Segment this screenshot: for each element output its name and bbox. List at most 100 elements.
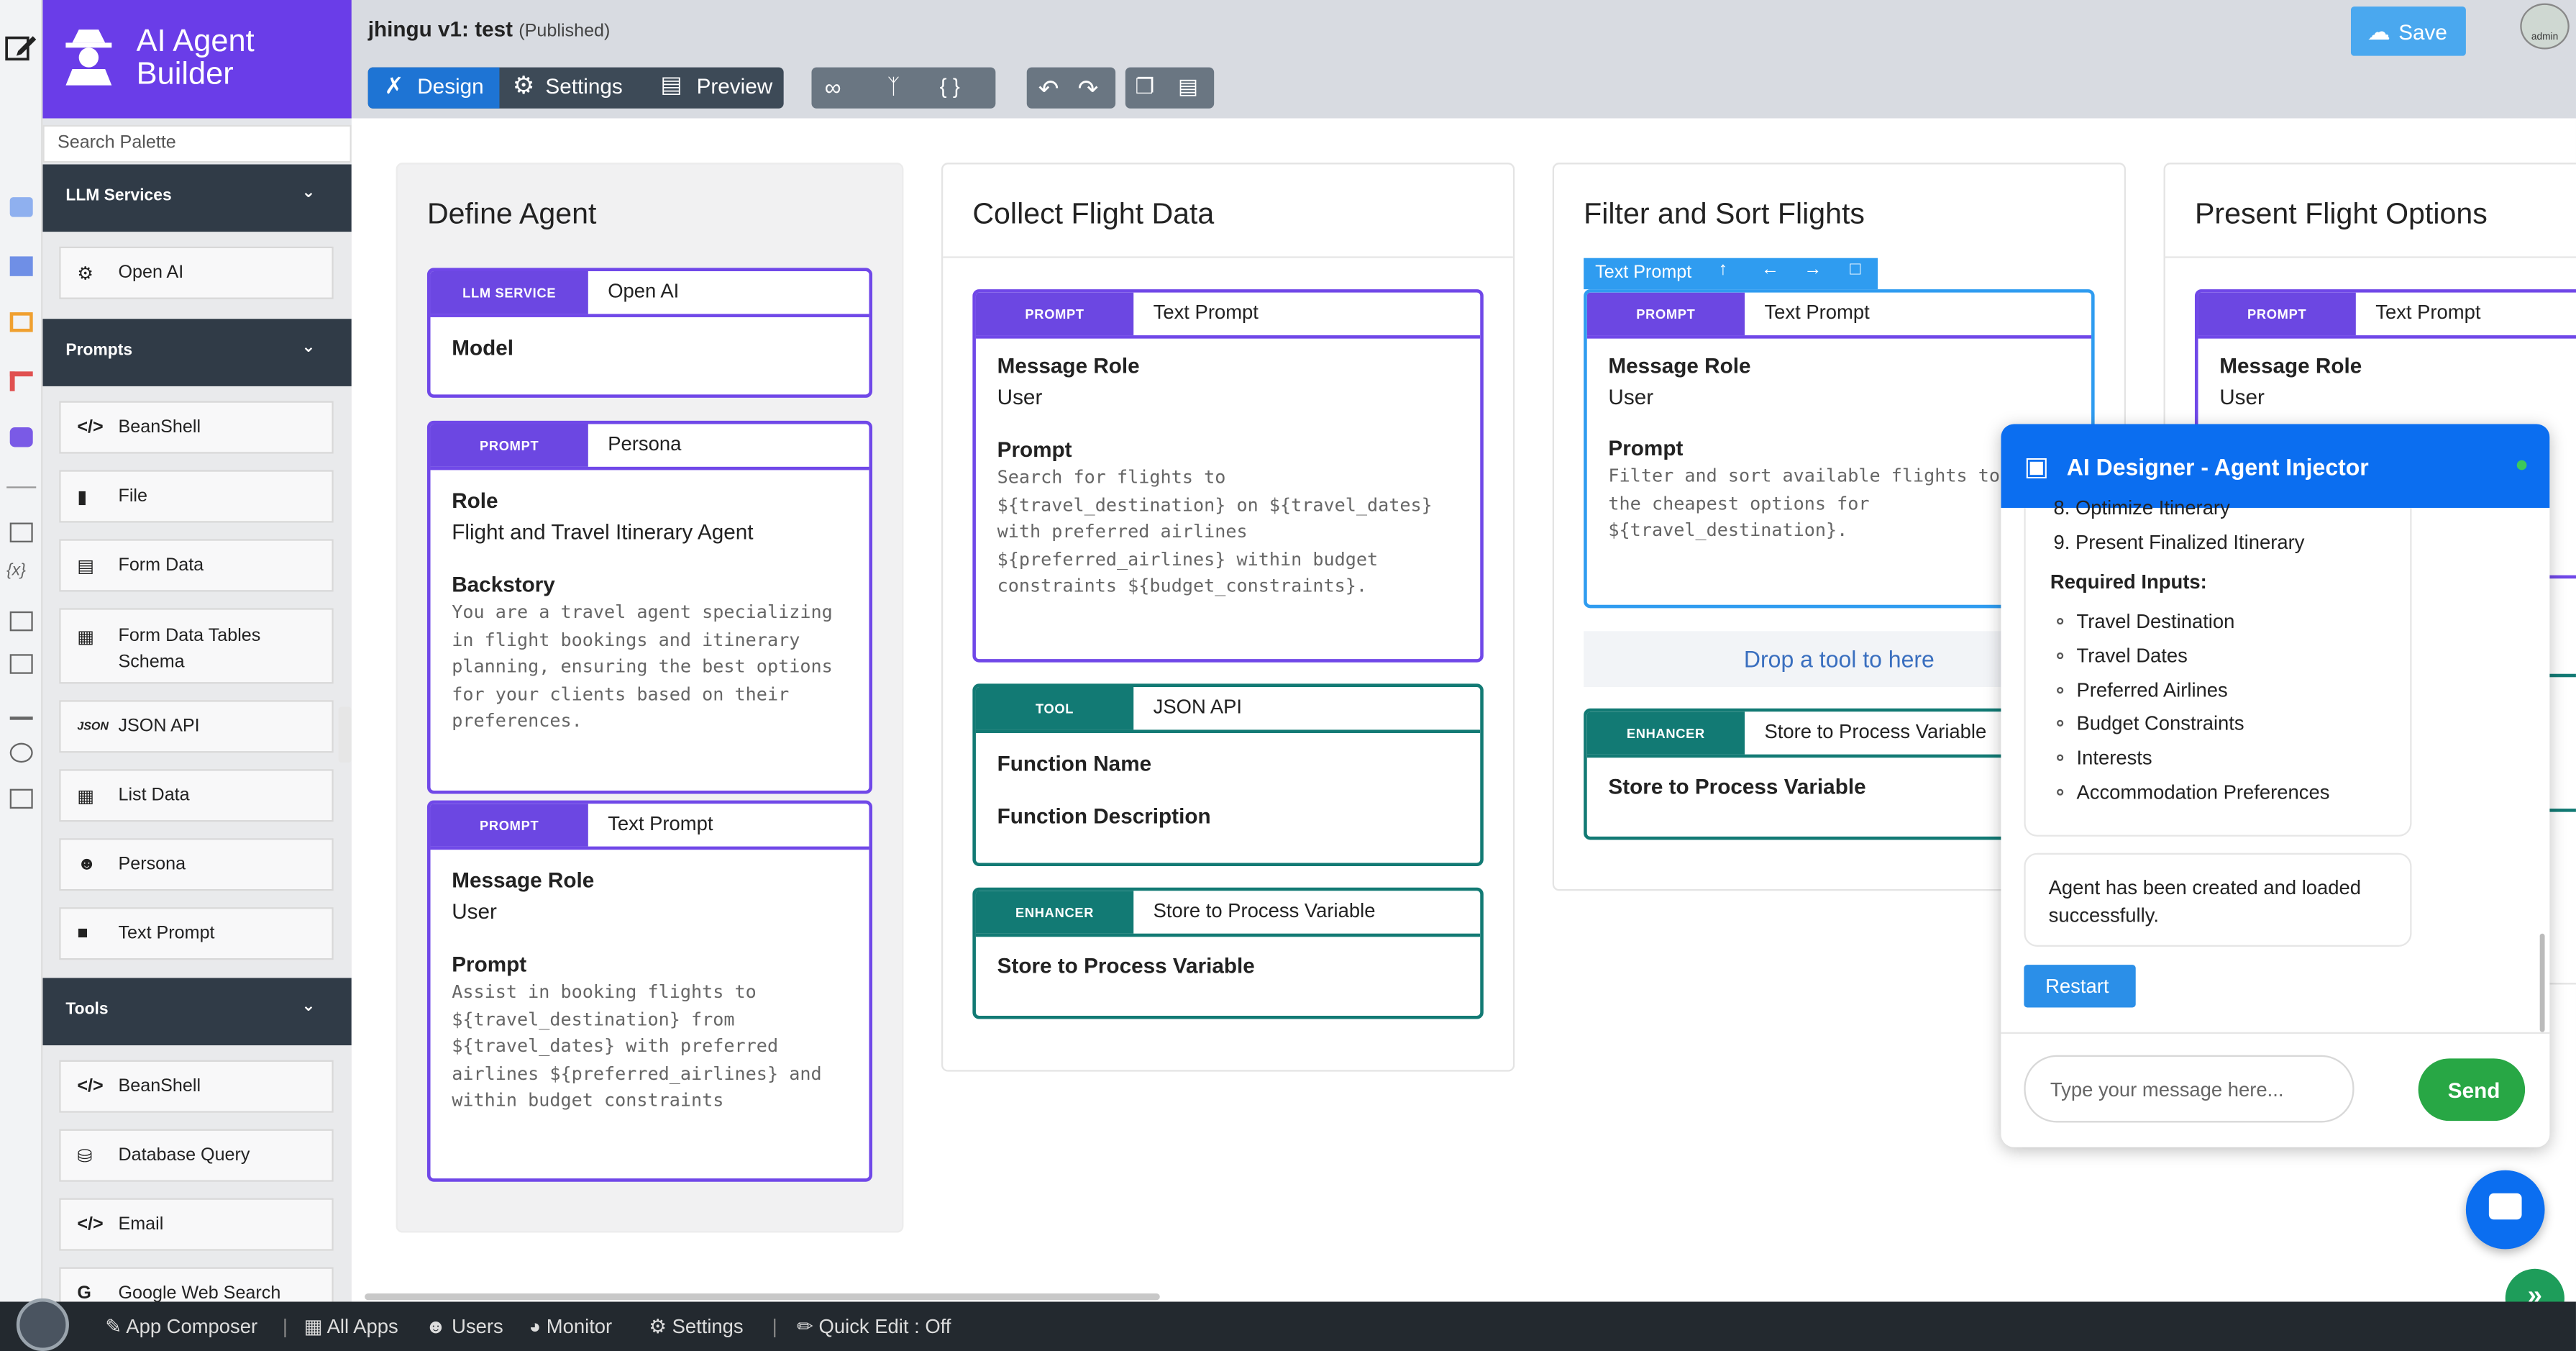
card-json-api[interactable]: TOOL JSON API Function Name Function Des…	[972, 683, 1484, 867]
report-icon[interactable]	[9, 788, 33, 809]
section-tools[interactable]: Tools ⌄	[42, 978, 352, 1046]
undo-redo-group: ↶ ↷	[1026, 67, 1116, 109]
selected-card-toolbar: Text Prompt ↑ ← → □	[1584, 258, 1878, 290]
card-text-prompt-1[interactable]: PROMPT Text Prompt Message Role User Pro…	[426, 800, 873, 1182]
document-icon[interactable]	[9, 197, 33, 217]
card-text-prompt-2[interactable]: PROMPT Text Prompt Message Role User Pro…	[972, 289, 1484, 663]
palette-item-tool-beanshell[interactable]: </> BeanShell	[59, 1060, 334, 1113]
palette-item-beanshell[interactable]: </> BeanShell	[59, 401, 334, 454]
bottom-item-quick-edit[interactable]: ✏ Quick Edit : Off	[797, 1315, 951, 1338]
section-llm-services[interactable]: LLM Services ⌄	[42, 164, 352, 232]
braces-icon[interactable]: { }	[940, 68, 973, 109]
move-up-icon[interactable]: ↑	[1718, 260, 1727, 279]
required-input-item: Interests	[2076, 746, 2152, 770]
palette-item-file[interactable]: ▮ File	[59, 470, 334, 523]
platform-logo[interactable]	[16, 1298, 69, 1351]
table-icon: ▦	[77, 627, 95, 648]
search-palette-input[interactable]: Search Palette	[42, 124, 352, 163]
flow-icon[interactable]	[9, 371, 33, 391]
pencil-icon: ✏	[796, 1314, 813, 1338]
palette-item-form-data[interactable]: ▤ Form Data	[59, 539, 334, 592]
sidebar-collapse-handle[interactable]	[338, 706, 352, 763]
monitor-icon[interactable]	[9, 312, 33, 332]
field-value: User	[452, 899, 497, 924]
rail-divider	[6, 486, 37, 488]
bottom-item-all-apps[interactable]: ▦ All Apps	[304, 1315, 398, 1338]
copy-icon[interactable]	[9, 611, 33, 632]
restart-button[interactable]: Restart	[2024, 965, 2136, 1008]
edit-icon[interactable]	[5, 33, 38, 63]
agent-icon[interactable]	[9, 427, 33, 447]
card-type-value: Text Prompt	[2375, 301, 2481, 324]
card-header-line	[2198, 335, 2576, 339]
binoculars-icon[interactable]: ∞	[825, 68, 858, 109]
image-icon[interactable]	[9, 654, 33, 674]
online-status-dot	[2516, 460, 2527, 470]
chat-message-input[interactable]: Type your message here...	[2024, 1055, 2355, 1123]
chat-scrollbar[interactable]	[2539, 933, 2545, 1032]
tab-design[interactable]: ✗ Design	[367, 67, 500, 109]
google-icon: G	[77, 1283, 91, 1302]
json-icon: JSON	[77, 721, 109, 733]
card-type-value: JSON API	[1153, 695, 1243, 719]
note-icon[interactable]	[9, 522, 33, 542]
card-persona[interactable]: PROMPT Persona Role Flight and Travel It…	[426, 420, 873, 794]
left-rail: {x}	[0, 0, 43, 1302]
brand-title: AI Agent Builder	[136, 24, 255, 92]
plugin-icon[interactable]	[9, 700, 33, 720]
edit-icon: ✎	[105, 1314, 122, 1338]
bottom-item-app-composer[interactable]: ✎ App Composer	[105, 1315, 257, 1338]
card-store-process-variable-1[interactable]: ENHANCER Store to Process Variable Store…	[972, 887, 1484, 1019]
chat-header: ▣ AI Designer - Agent Injector	[2001, 424, 2550, 508]
card-tag: TOOL	[975, 687, 1134, 730]
redo-icon[interactable]: ↷	[1078, 68, 1105, 109]
spy-agent-icon	[65, 29, 112, 86]
chevron-down-icon: ⌄	[301, 338, 316, 357]
palette-item-database-query[interactable]: ⛁ Database Query	[59, 1129, 334, 1182]
arrow-left-icon[interactable]: ←	[1761, 260, 1779, 279]
column-divider	[943, 256, 1513, 258]
copy-icon[interactable]: ❐	[1136, 68, 1162, 109]
avatar[interactable]: admin	[2520, 3, 2570, 50]
card-llm-service[interactable]: LLM SERVICE Open AI Model	[426, 268, 873, 398]
trash-icon[interactable]: □	[1850, 260, 1860, 279]
send-button[interactable]: Send	[2418, 1058, 2526, 1122]
variable-icon[interactable]: {x}	[6, 562, 26, 580]
column-title: Filter and Sort Flights	[1584, 197, 1865, 230]
save-button[interactable]: ☁ Save	[2350, 6, 2466, 56]
palette-item-list-data[interactable]: ▦ List Data	[59, 769, 334, 822]
gauge-icon[interactable]	[9, 742, 33, 763]
palette-item-persona[interactable]: ☻ Persona	[59, 838, 334, 891]
bottom-item-monitor[interactable]: ◕ Monitor	[529, 1315, 613, 1338]
card-tag: PROMPT	[430, 804, 588, 847]
tab-preview[interactable]: ▤ Preview	[657, 68, 784, 109]
cloud-upload-icon: ☁	[2367, 18, 2390, 45]
bottom-item-settings[interactable]: ⚙ Settings	[649, 1315, 743, 1338]
mode-tabs: ✗ Design ⚙ Settings ▤ Preview	[367, 67, 784, 109]
chevron-down-icon: ⌄	[301, 183, 316, 203]
section-prompts[interactable]: Prompts ⌄	[42, 319, 352, 386]
field-label: Message Role	[997, 353, 1140, 378]
field-label: Prompt	[1608, 435, 1684, 460]
grid-icon[interactable]	[9, 256, 33, 276]
required-input-item: Preferred Airlines	[2076, 678, 2228, 702]
code-icon: </>	[77, 1076, 104, 1096]
field-value: Flight and Travel Itinerary Agent	[452, 519, 754, 545]
palette-item-google-web-search[interactable]: G Google Web Search	[59, 1267, 334, 1302]
palette-item-form-data-tables-schema[interactable]: ▦ Form Data Tables Schema	[59, 608, 334, 684]
palette-item-text-prompt[interactable]: ■ Text Prompt	[59, 907, 334, 960]
card-tag: ENHANCER	[1586, 711, 1745, 755]
tab-settings[interactable]: ⚙ Settings	[506, 68, 644, 109]
horizontal-scrollbar[interactable]	[365, 1293, 1160, 1301]
chat-toggle-button[interactable]	[2465, 1170, 2545, 1250]
file-icon: ▮	[77, 488, 88, 508]
bottom-item-users[interactable]: ☻ Users	[426, 1315, 503, 1338]
palette-item-open-ai[interactable]: ⚙ Open AI	[59, 246, 334, 299]
palette-item-email[interactable]: </> Email	[59, 1198, 334, 1251]
bullet	[2057, 719, 2064, 727]
paste-icon[interactable]: ▤	[1178, 68, 1205, 109]
palette-item-json-api[interactable]: JSON JSON API	[59, 700, 334, 753]
arrow-right-icon[interactable]: →	[1804, 260, 1822, 279]
branch-icon[interactable]: ᛉ	[887, 68, 910, 109]
undo-icon[interactable]: ↶	[1038, 68, 1065, 109]
